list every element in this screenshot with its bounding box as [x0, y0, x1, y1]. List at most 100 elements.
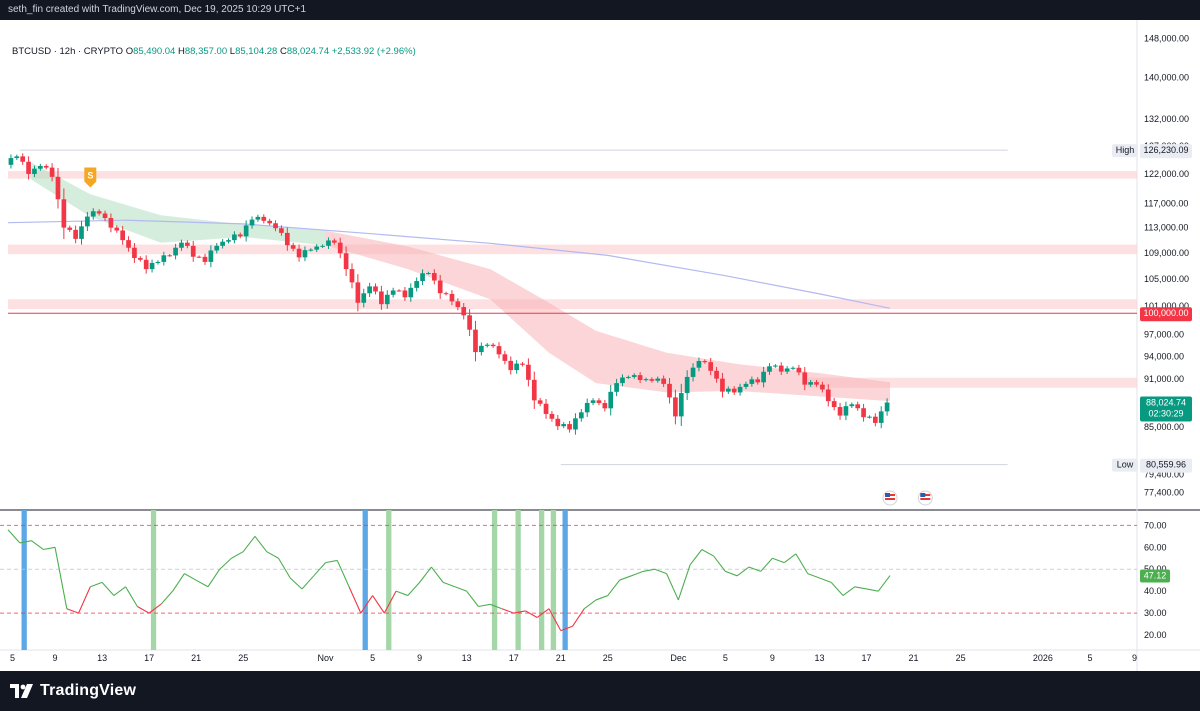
candle-body	[667, 383, 672, 398]
candle-body	[784, 368, 790, 372]
candle-body	[96, 211, 102, 214]
candle-body	[326, 240, 331, 246]
symbol-label: BTCUSD · 12h · CRYPTO	[12, 46, 124, 57]
us-flag-canton	[920, 493, 926, 497]
rsi-line-segment	[90, 581, 103, 588]
candle-body	[273, 223, 278, 229]
high-value: 88,357.00	[184, 46, 228, 57]
candle-body	[43, 165, 49, 168]
candle-body	[878, 411, 884, 423]
candle-body	[179, 242, 184, 248]
rsi-tick-label: 60.00	[1144, 542, 1167, 552]
chart-canvas[interactable]: S148,000.00140,000.00132,000.00127,000.0…	[0, 20, 1200, 671]
rsi-line-segment	[454, 586, 467, 592]
bullish-highlight-bar	[386, 510, 392, 650]
rsi-tick-label: 40.00	[1144, 586, 1167, 596]
price-tick-label: 91,000.00	[1144, 374, 1184, 384]
tradingview-logo[interactable]: TradingView	[10, 680, 136, 702]
time-tick-label: 17	[509, 653, 519, 663]
candle-body	[473, 329, 478, 353]
candle-body	[38, 165, 43, 169]
price-tick-label: 97,000.00	[1144, 330, 1184, 340]
rsi-line-segment	[595, 595, 608, 601]
candle-body	[584, 402, 590, 413]
candle-body	[302, 250, 308, 258]
tradingview-logo-icon	[10, 684, 33, 698]
candle-body	[502, 354, 508, 361]
candle-body	[161, 255, 167, 262]
candle-body	[614, 383, 619, 392]
candle-body	[443, 293, 449, 295]
candle-body	[143, 259, 149, 270]
rsi-line-segment	[795, 553, 809, 574]
candle-body	[79, 226, 84, 239]
candle-body	[867, 416, 872, 418]
candle-body	[237, 234, 243, 237]
candle-body	[643, 379, 649, 381]
candle-body	[55, 176, 61, 200]
ohlc-legend: BTCUSD · 12h · CRYPTO O85,490.04 H88,357…	[12, 46, 416, 57]
candle-body	[296, 248, 302, 258]
rsi-line-segment	[619, 575, 632, 581]
candle-body	[8, 158, 14, 165]
candle-body	[884, 402, 890, 412]
last-price-badge-text: 02:30:29	[1148, 409, 1183, 419]
change-value: +2,533.92 (+2.96%)	[331, 46, 416, 57]
candle-body	[602, 403, 608, 409]
resistance-zone	[8, 171, 1137, 179]
rsi-line-segment	[677, 564, 691, 601]
rsi-line-segment	[501, 608, 514, 614]
candle-body	[767, 366, 772, 372]
time-tick-label: 25	[956, 653, 966, 663]
rsi-line-segment	[125, 586, 138, 607]
candle-body	[831, 401, 837, 408]
candle-body	[720, 378, 725, 392]
candle-body	[437, 280, 443, 294]
chart-frame[interactable]: S148,000.00140,000.00132,000.00127,000.0…	[0, 20, 1200, 671]
candle-body	[361, 293, 367, 303]
time-tick-label: 5	[1087, 653, 1092, 663]
candle-body	[337, 242, 343, 254]
candle-body	[220, 241, 225, 246]
rsi-line-segment	[137, 606, 150, 614]
rsi-line-segment	[783, 553, 797, 564]
candle-body	[426, 273, 431, 275]
candle-body	[872, 416, 878, 423]
open-label: O	[125, 46, 134, 57]
candle-body	[308, 249, 314, 251]
price-tick-label: 105,000.00	[1144, 274, 1189, 284]
candle-body	[731, 388, 737, 393]
candle-body	[778, 365, 784, 372]
rsi-line-segment	[336, 560, 350, 587]
rsi-line-segment	[66, 608, 79, 614]
time-tick-label: 9	[417, 653, 422, 663]
bullish-highlight-bar	[491, 510, 498, 650]
candle-body	[379, 291, 384, 305]
candle-body	[490, 344, 496, 347]
top-bar: seth_fin created with TradingView.com, D…	[0, 0, 1200, 20]
price-tick-label: 148,000.00	[1144, 34, 1189, 44]
candle-body	[349, 269, 355, 283]
time-tick-label: 13	[97, 653, 107, 663]
candle-body	[114, 227, 120, 231]
footer-bar: TradingView	[0, 671, 1200, 711]
time-tick-label: 9	[1132, 653, 1137, 663]
candle-body	[126, 240, 131, 248]
price-tick-label: 132,000.00	[1144, 114, 1189, 124]
candle-body	[696, 361, 702, 368]
candle-body	[226, 240, 231, 242]
close-label: C	[279, 46, 287, 57]
candle-body	[320, 245, 325, 247]
rsi-line-segment	[877, 575, 891, 592]
candle-body	[396, 290, 402, 292]
candle-body	[155, 261, 161, 263]
high-label: High	[1116, 145, 1135, 155]
candle-body	[626, 376, 631, 378]
last-price-badge-text: 88,024.74	[1146, 398, 1186, 408]
candle-body	[820, 384, 825, 390]
candle-body	[690, 367, 696, 377]
candle-body	[661, 378, 666, 384]
candle-body	[73, 229, 78, 239]
rsi-line-segment	[819, 577, 832, 583]
rsi-line-segment	[631, 570, 644, 577]
